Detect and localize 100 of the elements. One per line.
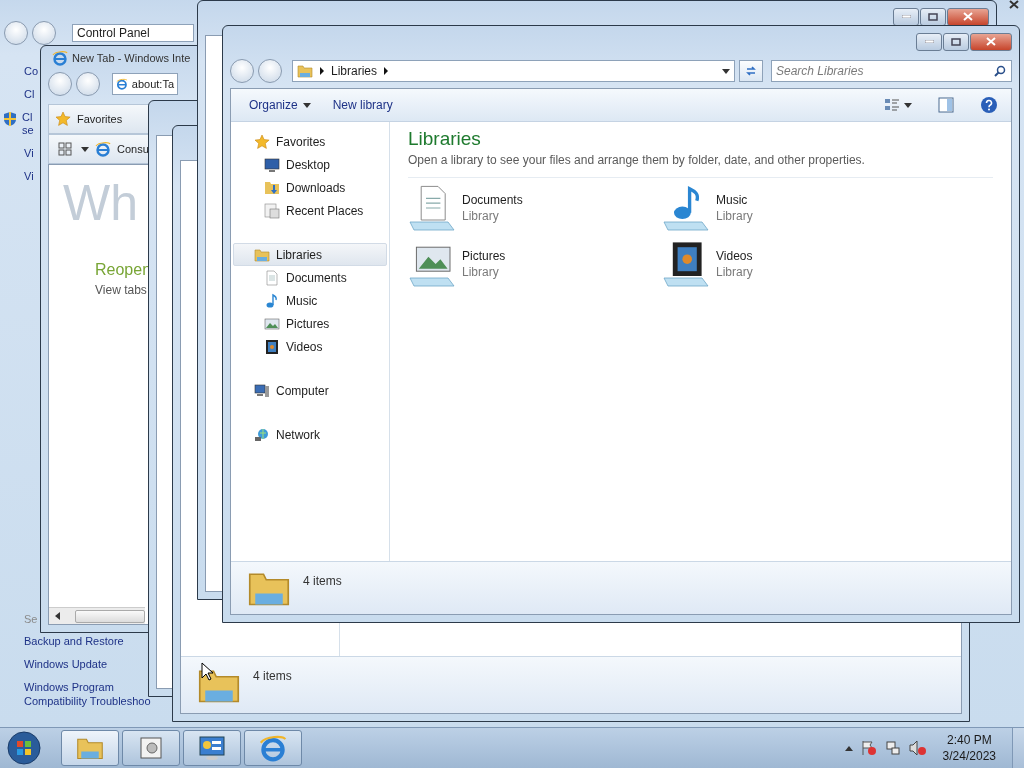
- close-icon: [1009, 0, 1019, 9]
- close-icon: [986, 37, 996, 46]
- caret-icon: [81, 146, 89, 152]
- action-center-icon: [860, 740, 877, 756]
- browser-tab[interactable]: Consu: [117, 143, 149, 155]
- address-bar[interactable]: about:Ta: [112, 73, 178, 95]
- ie-logo-icon: [116, 76, 128, 92]
- task-link[interactable]: Co: [24, 65, 39, 78]
- forward-button[interactable]: [32, 21, 56, 45]
- back-button[interactable]: [48, 72, 72, 96]
- see-also-link[interactable]: Windows Program Compatibility Troubleshoo: [24, 680, 151, 708]
- refresh-icon: [744, 64, 758, 78]
- scroll-thumb[interactable]: [75, 609, 145, 623]
- nav-item[interactable]: Libraries: [233, 243, 387, 266]
- maximize-icon: [928, 12, 938, 21]
- forward-button[interactable]: [258, 59, 282, 83]
- minimize-icon: [924, 40, 934, 43]
- desktop-icon: [264, 156, 280, 173]
- address-bar[interactable]: Control Panel: [72, 24, 194, 42]
- libraries-icon: [297, 63, 313, 79]
- grid-icon: [58, 142, 72, 156]
- taskbar-button[interactable]: [183, 730, 241, 766]
- see-also-heading: Se: [24, 613, 38, 625]
- library-item[interactable]: Documents Library: [408, 184, 662, 232]
- network-icon: [254, 426, 270, 443]
- speaker-muted-icon: [908, 740, 927, 756]
- horizontal-scrollbar[interactable]: [49, 607, 145, 624]
- help-icon: [980, 96, 998, 114]
- task-link[interactable]: Vi: [24, 170, 34, 183]
- nav-item[interactable]: Music: [233, 289, 387, 312]
- scroll-left-icon: [55, 612, 61, 620]
- network-status-icon: [884, 740, 901, 756]
- nav-item[interactable]: Videos: [233, 335, 387, 358]
- document-library-icon: [408, 184, 456, 232]
- library-item[interactable]: Music Library: [662, 184, 916, 232]
- ie-logo-icon: [259, 734, 287, 762]
- picture-icon: [264, 315, 280, 332]
- task-link[interactable]: Cl: [24, 88, 35, 101]
- maximize-button[interactable]: [920, 7, 946, 26]
- caret-icon: [904, 102, 912, 108]
- back-button[interactable]: [230, 59, 254, 83]
- nav-item[interactable]: Documents: [233, 266, 387, 289]
- close-button[interactable]: [947, 7, 989, 26]
- start-button[interactable]: [4, 729, 44, 767]
- chevron-right-icon: [319, 67, 325, 75]
- nav-item[interactable]: Network: [233, 423, 387, 446]
- menu-button[interactable]: Organize: [241, 94, 319, 116]
- favorites-button[interactable]: Favorites: [77, 113, 123, 125]
- maximize-icon: [951, 37, 961, 46]
- view-tabs-link[interactable]: View tabs: [95, 283, 147, 297]
- task-link[interactable]: Vi: [24, 147, 34, 160]
- nav-item[interactable]: Downloads: [233, 176, 387, 199]
- taskbar-button[interactable]: [122, 730, 180, 766]
- page-watermark: Wh: [63, 175, 138, 231]
- page-heading: Libraries: [408, 128, 482, 150]
- toolbar-button[interactable]: New library: [324, 94, 401, 116]
- search-icon: [994, 65, 1006, 77]
- nav-item[interactable]: Desktop: [233, 153, 387, 176]
- caret-icon: [722, 68, 730, 74]
- views-icon: [884, 98, 900, 112]
- search-field[interactable]: Search Libraries: [771, 60, 1012, 82]
- show-desktop-button[interactable]: [1012, 728, 1024, 768]
- minimize-button[interactable]: [893, 7, 919, 26]
- breadcrumb-item[interactable]: Libraries: [331, 64, 378, 78]
- taskbar-button[interactable]: [61, 730, 119, 766]
- back-button[interactable]: [4, 21, 28, 45]
- disk-window-icon: [138, 735, 164, 761]
- library-item[interactable]: Pictures Library: [408, 240, 662, 288]
- reopen-heading: Reopen: [95, 261, 152, 279]
- tab-grid-button[interactable]: [55, 139, 75, 159]
- see-also-link[interactable]: Windows Update: [24, 657, 108, 671]
- item-count: 4 items: [303, 574, 342, 588]
- maximize-button[interactable]: [943, 32, 969, 51]
- music-library-icon: [662, 184, 710, 232]
- refresh-button[interactable]: [739, 60, 763, 82]
- address-bar[interactable]: Libraries: [292, 60, 735, 82]
- chevron-right-icon: [383, 67, 390, 75]
- library-item[interactable]: Videos Library: [662, 240, 916, 288]
- clock[interactable]: 2:40 PM 3/24/2023: [942, 732, 996, 764]
- download-folder-icon: [264, 179, 280, 196]
- taskbar-button[interactable]: [244, 730, 302, 766]
- preview-pane-button[interactable]: [935, 94, 957, 116]
- item-count: 4 items: [253, 669, 292, 683]
- music-note-icon: [264, 292, 280, 309]
- control-panel-icon: [198, 735, 226, 761]
- see-also-link[interactable]: Backup and Restore: [24, 634, 124, 648]
- nav-item[interactable]: Favorites: [233, 130, 387, 153]
- ie-logo-icon: [52, 50, 68, 66]
- nav-item[interactable]: Pictures: [233, 312, 387, 335]
- video-library-icon: [662, 240, 710, 288]
- star-icon: [55, 111, 71, 127]
- film-icon: [264, 338, 280, 355]
- forward-button[interactable]: [76, 72, 100, 96]
- nav-item[interactable]: Recent Places: [233, 199, 387, 222]
- recent-places-icon: [264, 202, 280, 219]
- task-link[interactable]: Cl se: [22, 111, 34, 137]
- caret-icon: [302, 102, 311, 108]
- close-icon: [963, 12, 973, 21]
- shield-icon: [2, 111, 18, 127]
- nav-item[interactable]: Computer: [233, 379, 387, 402]
